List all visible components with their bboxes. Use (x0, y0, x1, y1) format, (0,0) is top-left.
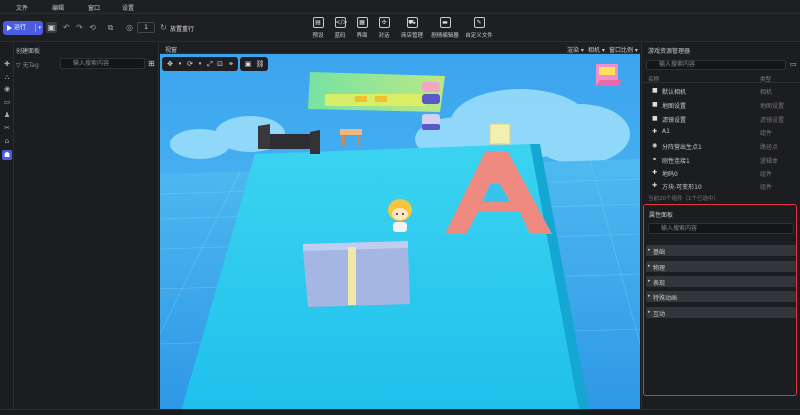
component-icon: ✚ (652, 128, 658, 135)
main-toolbar: 运行 ▾ ▣ ↶ ↷ ⟲ ⧉ ◎ 1 ↻ 放置重行 ▤ 预设 </> 蓝码 ▦ … (0, 14, 800, 42)
menu-bar: 文件 编辑 窗口 设置 (0, 0, 800, 14)
chevron-right-icon: ▸ (648, 263, 651, 269)
screenshot-icon[interactable]: ⧉ (105, 22, 116, 33)
scale-icon[interactable]: ⤢ (205, 59, 215, 69)
select-icon[interactable]: ▣ (243, 59, 253, 69)
list-item[interactable]: ■ 滤镜设置 滤镜设置 (642, 113, 800, 124)
box-object (303, 241, 410, 307)
list-item[interactable]: ◉ 分阵营出生点1 路径点 (642, 140, 800, 151)
transform-toolbar: ✥ ▾ ⟳ ▾ ⤢ ⊡ ⚭ (162, 57, 238, 71)
filter-icon: ▽ (16, 62, 21, 69)
chevron-down-icon[interactable]: ▾ (38, 21, 41, 35)
green-banner (308, 72, 445, 112)
scene-canvas (160, 54, 640, 415)
joint-icon: ⚭ (652, 156, 658, 163)
chevron-down-icon[interactable]: ▾ (195, 59, 205, 69)
component-icon: ✚ (652, 169, 658, 176)
hammer-icon[interactable]: ▭ (3, 98, 11, 106)
chevron-right-icon: ▸ (648, 309, 651, 315)
grid-icon[interactable]: ⊞ (148, 59, 157, 68)
count-field[interactable]: 1 (137, 22, 155, 33)
spawn-icon: ◉ (652, 142, 658, 149)
layer-icon[interactable]: ◎ (124, 22, 135, 33)
section-animation[interactable]: ▸ 特殊动画 (646, 291, 796, 302)
folder-icon[interactable]: ▭ (790, 60, 797, 68)
panel-title: 属性面板 (649, 212, 674, 219)
column-header: 名称 类型 (642, 73, 800, 83)
status-text: 当前20个组件（1个已选中） (648, 196, 719, 202)
map-settings-icon: ■ (652, 101, 658, 108)
camera-icon: ■ (652, 87, 658, 94)
list-item[interactable]: ✚ 方块-可变形10 组件 (642, 180, 800, 191)
section-physics[interactable]: ▸ 物理 (646, 261, 796, 272)
tool-icon[interactable]: ✂ (3, 124, 11, 132)
puzzle-icon[interactable]: ✚ (3, 60, 11, 68)
asset-icon[interactable]: ☗ (2, 150, 12, 160)
rotate-icon[interactable]: ⟲ (87, 22, 98, 33)
scene-viewport[interactable]: ✥ ▾ ⟳ ▾ ⤢ ⊡ ⚭ ▣ ⛓ (160, 54, 640, 415)
component-icon: ✚ (652, 182, 658, 189)
filter-icon: ■ (652, 115, 658, 122)
render-dropdown[interactable]: 渲染 ▾ (567, 45, 584, 54)
chevron-right-icon: ▸ (648, 247, 651, 253)
redo-icon[interactable]: ↷ (74, 22, 85, 33)
move-icon[interactable]: ✥ (165, 59, 175, 69)
status-bar (0, 409, 800, 415)
story-editor-button[interactable]: ▬ 剧情编辑器 (427, 17, 463, 39)
list-item[interactable]: ■ 地图设置 地图设置 (642, 99, 800, 110)
person-icon[interactable]: ♟ (3, 111, 11, 119)
custom-file-button[interactable]: ✎ 自定义文件 (461, 17, 497, 39)
search-input[interactable]: 输入搜索内容 (648, 223, 794, 234)
viewport-header: 视窗 渲染 ▾ 相机 ▾ 窗口比例 ▾ (160, 42, 640, 54)
node-icon[interactable]: ⛬ (3, 73, 11, 81)
shop-icon: ⛟ (406, 17, 418, 28)
left-tool-strip: ✚ ⛬ ◉ ▭ ♟ ✂ ⌂ ☗ (0, 42, 14, 415)
section-basic[interactable]: ▸ 基础 (646, 245, 796, 256)
gizmo-toolbar: ▣ ⛓ (240, 57, 268, 71)
panel-title: 创建面板 (16, 48, 41, 55)
search-input[interactable]: 输入搜索内容 (60, 58, 145, 69)
undo-icon[interactable]: ↶ (61, 22, 72, 33)
reset-icon[interactable]: ↻ (158, 22, 169, 33)
chevron-down-icon[interactable]: ▾ (175, 59, 185, 69)
search-input[interactable]: 输入搜索内容 (646, 60, 786, 70)
list-item[interactable]: ✚ 地码0 组件 (642, 167, 800, 178)
target-icon[interactable]: ◉ (3, 85, 11, 93)
play-icon (7, 24, 12, 31)
list-item[interactable]: ⚭ 刚性连接1 逻辑体 (642, 154, 800, 165)
tag-filter[interactable]: ▽ 无Tag (16, 60, 39, 69)
run-button[interactable]: 运行 ▾ (3, 21, 43, 35)
snap-icon[interactable]: ⊡ (215, 59, 225, 69)
yellow-cube (489, 123, 511, 145)
pin-icon[interactable]: ⌂ (3, 137, 11, 145)
file-icon: ✎ (473, 17, 485, 28)
shop-button[interactable]: ⛟ 商店管理 (394, 17, 430, 39)
chevron-right-icon: ▸ (648, 278, 651, 284)
ratio-dropdown[interactable]: 窗口比例 ▾ (609, 45, 638, 54)
properties-panel: 属性面板 ⌕ 输入搜索内容 ▸ 基础 ▸ 物理 ▸ 表现 ▸ 特殊动画 ▸ 互动 (643, 204, 797, 396)
menu-edit[interactable]: 编辑 (52, 3, 64, 12)
link-icon[interactable]: ⛓ (255, 59, 265, 69)
section-interaction[interactable]: ▸ 互动 (646, 307, 796, 318)
physics-icon[interactable]: ⚭ (226, 59, 236, 69)
menu-file[interactable]: 文件 (16, 3, 28, 12)
reset-button[interactable]: 放置重行 (170, 24, 194, 33)
create-panel: 创建面板 ▽无Tag ⌕ 输入搜索内容 ⊞ (14, 42, 159, 415)
run-label: 运行 (14, 24, 27, 31)
camera-dropdown[interactable]: 相机 ▾ (588, 45, 605, 54)
story-icon: ▬ (439, 17, 451, 28)
list-item[interactable]: ✚ A1 组件 (642, 126, 800, 137)
list-item[interactable]: ■ 默认相机 相机 (642, 85, 800, 96)
section-appearance[interactable]: ▸ 表现 (646, 276, 796, 287)
menu-settings[interactable]: 设置 (122, 3, 134, 12)
viewport-title: 视窗 (165, 47, 178, 54)
panel-title: 游戏资源管理器 (648, 48, 691, 55)
chevron-right-icon: ▸ (648, 293, 651, 299)
save-icon[interactable]: ▣ (46, 22, 57, 33)
rotate-tool-icon[interactable]: ⟳ (185, 59, 195, 69)
menu-window[interactable]: 窗口 (88, 3, 100, 12)
dialog-icon: ✣ (378, 17, 390, 28)
